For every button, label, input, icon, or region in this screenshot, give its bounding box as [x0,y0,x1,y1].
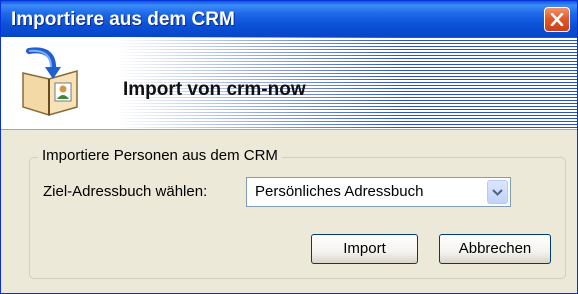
dropdown-button[interactable] [487,180,508,204]
header-banner: Import von crm-now [1,37,577,130]
close-button[interactable] [544,7,570,32]
title-bar[interactable]: Importiere aus dem CRM [1,1,577,37]
addressbook-select[interactable]: Persönliches Adressbuch [246,177,511,207]
chevron-down-icon [492,189,503,196]
close-icon [550,13,564,26]
group-legend: Importiere Personen aus dem CRM [38,147,282,164]
cancel-button[interactable]: Abbrechen [439,234,551,264]
banner-title: Import von crm-now [123,79,306,100]
import-dialog: Importiere aus dem CRM Import von crm-no… [0,0,578,294]
addressbook-select-value: Persönliches Adressbuch [255,183,424,200]
import-button[interactable]: Import [311,234,418,264]
target-addressbook-label: Ziel-Adressbuch wählen: [43,183,208,200]
window-title: Importiere aus dem CRM [11,9,235,30]
address-book-import-icon [22,47,78,117]
